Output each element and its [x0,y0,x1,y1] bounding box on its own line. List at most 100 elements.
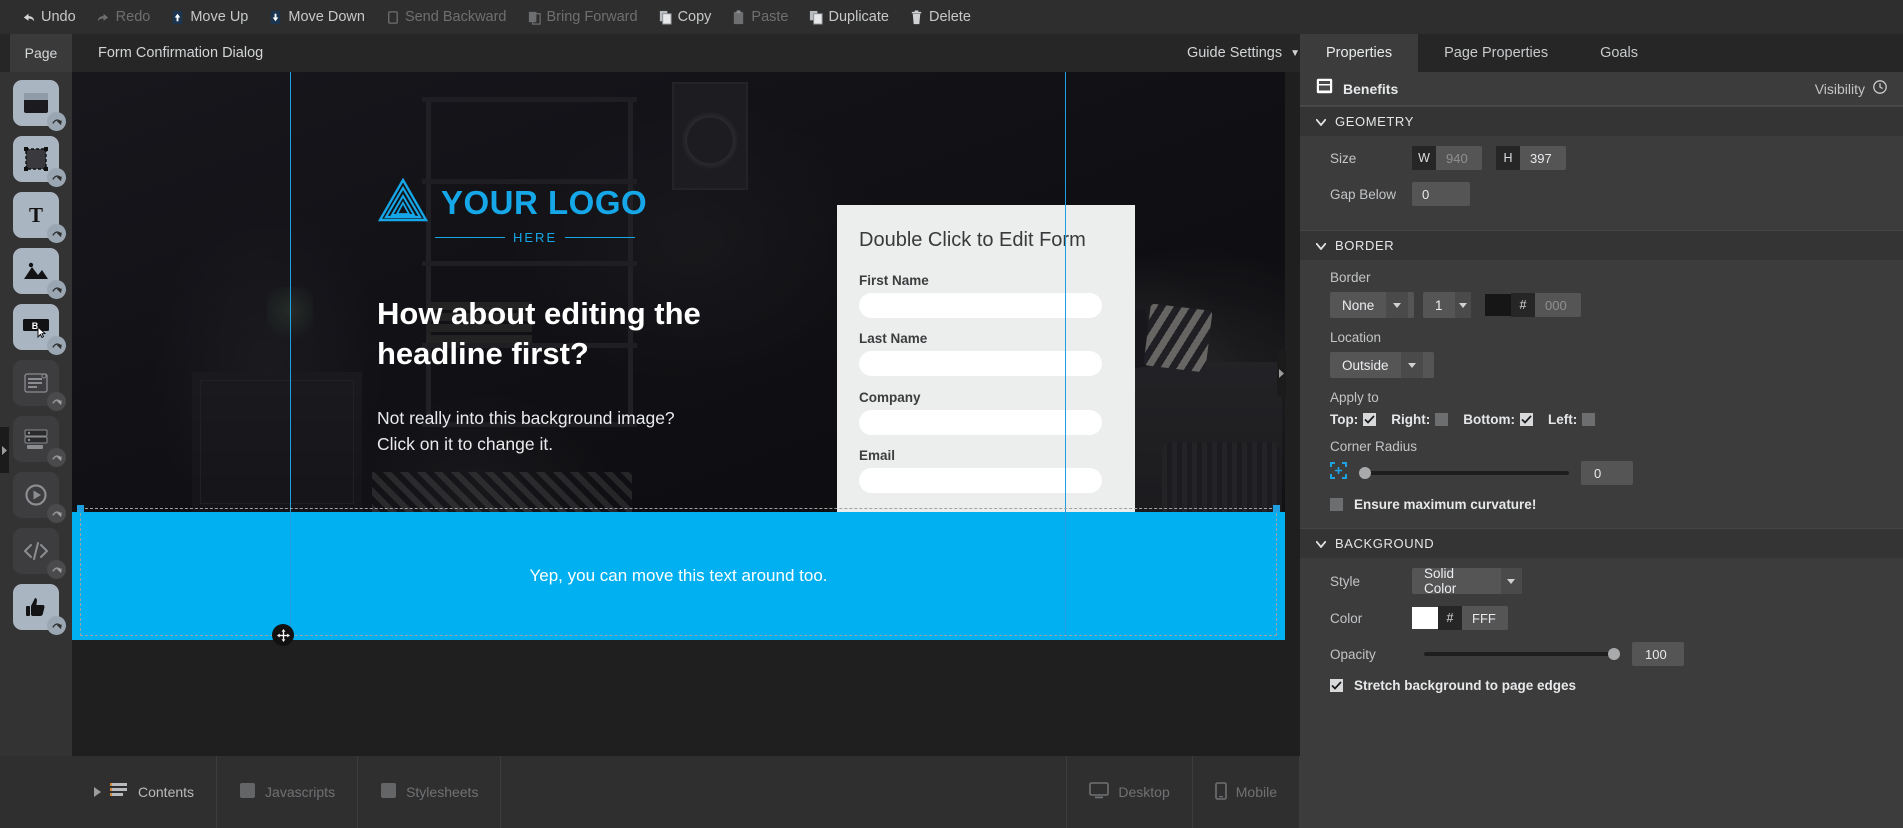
logo[interactable]: YOUR LOGO HERE [377,177,647,245]
chevron-down-icon [1315,536,1327,551]
width-value[interactable]: 940 [1436,151,1482,166]
contents-tab[interactable]: Contents [72,756,218,828]
form-title[interactable]: Double Click to Edit Form [859,229,1086,252]
video-tool-badge-icon [47,504,66,523]
tab-page-properties[interactable]: Page Properties [1418,34,1574,72]
geometry-section-header[interactable]: GEOMETRY [1300,106,1903,136]
guide-settings-menu[interactable]: Guide Settings ▼ [1187,34,1300,72]
mobile-view-toggle[interactable]: Mobile [1193,756,1300,828]
selection-tool[interactable] [13,136,66,187]
paste-button[interactable]: Paste [722,5,797,29]
corner-radius-slider[interactable] [1359,467,1569,479]
paste-icon [731,9,746,25]
apply-to-row: Top: Right: Bottom: Left: [1330,412,1887,427]
rail-collapse-handle[interactable] [0,427,9,473]
undo-button[interactable]: Undo [12,5,85,29]
visibility-toggle[interactable]: Visibility [1815,80,1887,97]
corner-radius-field[interactable]: 0 [1581,461,1633,485]
bg-opacity-value[interactable]: 100 [1635,647,1681,662]
code-tool[interactable] [13,528,66,579]
page-tab[interactable]: Page [10,34,72,72]
social-tool[interactable] [13,584,66,635]
stylesheets-tab[interactable]: Stylesheets [358,756,502,828]
corner-radius-slider-knob[interactable] [1359,467,1371,479]
button-tool[interactable]: B [13,304,66,355]
selection-box[interactable] [77,505,1280,636]
image-tool[interactable] [13,248,66,299]
redo-button[interactable]: Redo [87,5,160,29]
height-field[interactable]: H 397 [1496,146,1566,170]
section-tool[interactable] [13,80,66,131]
drag-move-handle[interactable] [272,624,294,646]
height-value[interactable]: 397 [1520,151,1566,166]
hero-subcopy[interactable]: Not really into this background image? C… [377,405,677,458]
chevron-down-icon [1386,292,1409,318]
video-tool[interactable] [13,472,66,523]
list-tool[interactable] [13,416,66,467]
chevron-down-icon: ▼ [1290,47,1300,59]
bg-color-field[interactable]: # FFF [1438,606,1508,630]
send-backward-label: Send Backward [404,9,507,25]
background-section-body: Style Solid Color Color # FFF Opacity 10… [1300,558,1903,705]
resize-handle-tl[interactable] [77,505,84,512]
bring-forward-button[interactable]: Bring Forward [518,5,647,29]
section-tool-badge-icon [47,112,66,131]
gap-below-value[interactable]: 0 [1412,187,1458,202]
bg-opacity-slider[interactable] [1424,648,1620,660]
border-color-swatch[interactable] [1485,294,1511,316]
apply-left-checkbox[interactable] [1582,413,1596,426]
border-color-field[interactable]: # 000 [1511,293,1581,317]
resize-handle-tr[interactable] [1273,505,1280,512]
form-tool-badge-icon [47,392,66,411]
width-field[interactable]: W 940 [1412,146,1482,170]
move-down-button[interactable]: Move Down [259,5,374,29]
apply-right-checkbox[interactable] [1435,413,1449,426]
javascripts-icon [239,782,256,802]
bg-style-select[interactable]: Solid Color [1412,566,1522,596]
logo-divider-right [565,237,636,238]
desktop-icon [1089,782,1110,802]
copy-button[interactable]: Copy [649,5,721,29]
gap-below-field[interactable]: 0 [1412,182,1470,206]
form-tool[interactable] [13,360,66,411]
border-color-value[interactable]: 000 [1535,298,1581,313]
send-backward-button[interactable]: Send Backward [376,5,516,29]
duplicate-button[interactable]: Duplicate [800,5,898,29]
stretch-bg-label: Stretch background to page edges [1354,678,1577,693]
tab-properties[interactable]: Properties [1300,34,1419,72]
bg-color-value[interactable]: FFF [1462,611,1508,626]
logo-subtext: HERE [513,230,558,245]
apply-bottom-checkbox[interactable] [1519,413,1533,426]
text-tool[interactable]: T [13,192,66,243]
desktop-view-toggle[interactable]: Desktop [1067,756,1193,828]
background-section-header[interactable]: BACKGROUND [1300,528,1903,558]
corner-radius-link-icon[interactable] [1330,462,1347,484]
border-style-select[interactable]: None [1330,292,1414,318]
javascripts-label: Javascripts [265,784,336,800]
border-section-header[interactable]: BORDER [1300,230,1903,260]
contents-icon [110,782,129,802]
javascripts-tab[interactable]: Javascripts [217,756,359,828]
hero-headline[interactable]: How about editing the headline first? [377,294,817,373]
page-canvas[interactable]: YOUR LOGO HERE How about editing the hea… [72,72,1285,646]
corner-radius-value[interactable]: 0 [1584,466,1630,481]
move-up-button[interactable]: Move Up [161,5,257,29]
delete-button[interactable]: Delete [900,5,980,29]
redo-icon [96,10,111,25]
logo-mark-icon [377,177,429,228]
border-location-select[interactable]: Outside [1330,352,1434,378]
canvas-collapse-handle[interactable] [1277,350,1286,396]
canvas-area[interactable]: YOUR LOGO HERE How about editing the hea… [72,72,1300,756]
stretch-bg-checkbox[interactable] [1330,679,1343,692]
apply-top-checkbox[interactable] [1363,413,1377,426]
border-title: BORDER [1335,238,1395,253]
max-curvature-checkbox[interactable] [1330,498,1343,511]
tab-goals[interactable]: Goals [1574,34,1664,72]
border-width-select[interactable]: 1 [1423,292,1471,318]
gap-below-label: Gap Below [1330,186,1397,202]
gap-below-row: Gap Below 0 [1330,182,1887,206]
bg-color-swatch[interactable] [1412,607,1438,629]
bg-opacity-slider-knob[interactable] [1608,648,1620,660]
bg-opacity-field[interactable]: 100 [1632,642,1684,666]
background-title: BACKGROUND [1335,536,1435,551]
